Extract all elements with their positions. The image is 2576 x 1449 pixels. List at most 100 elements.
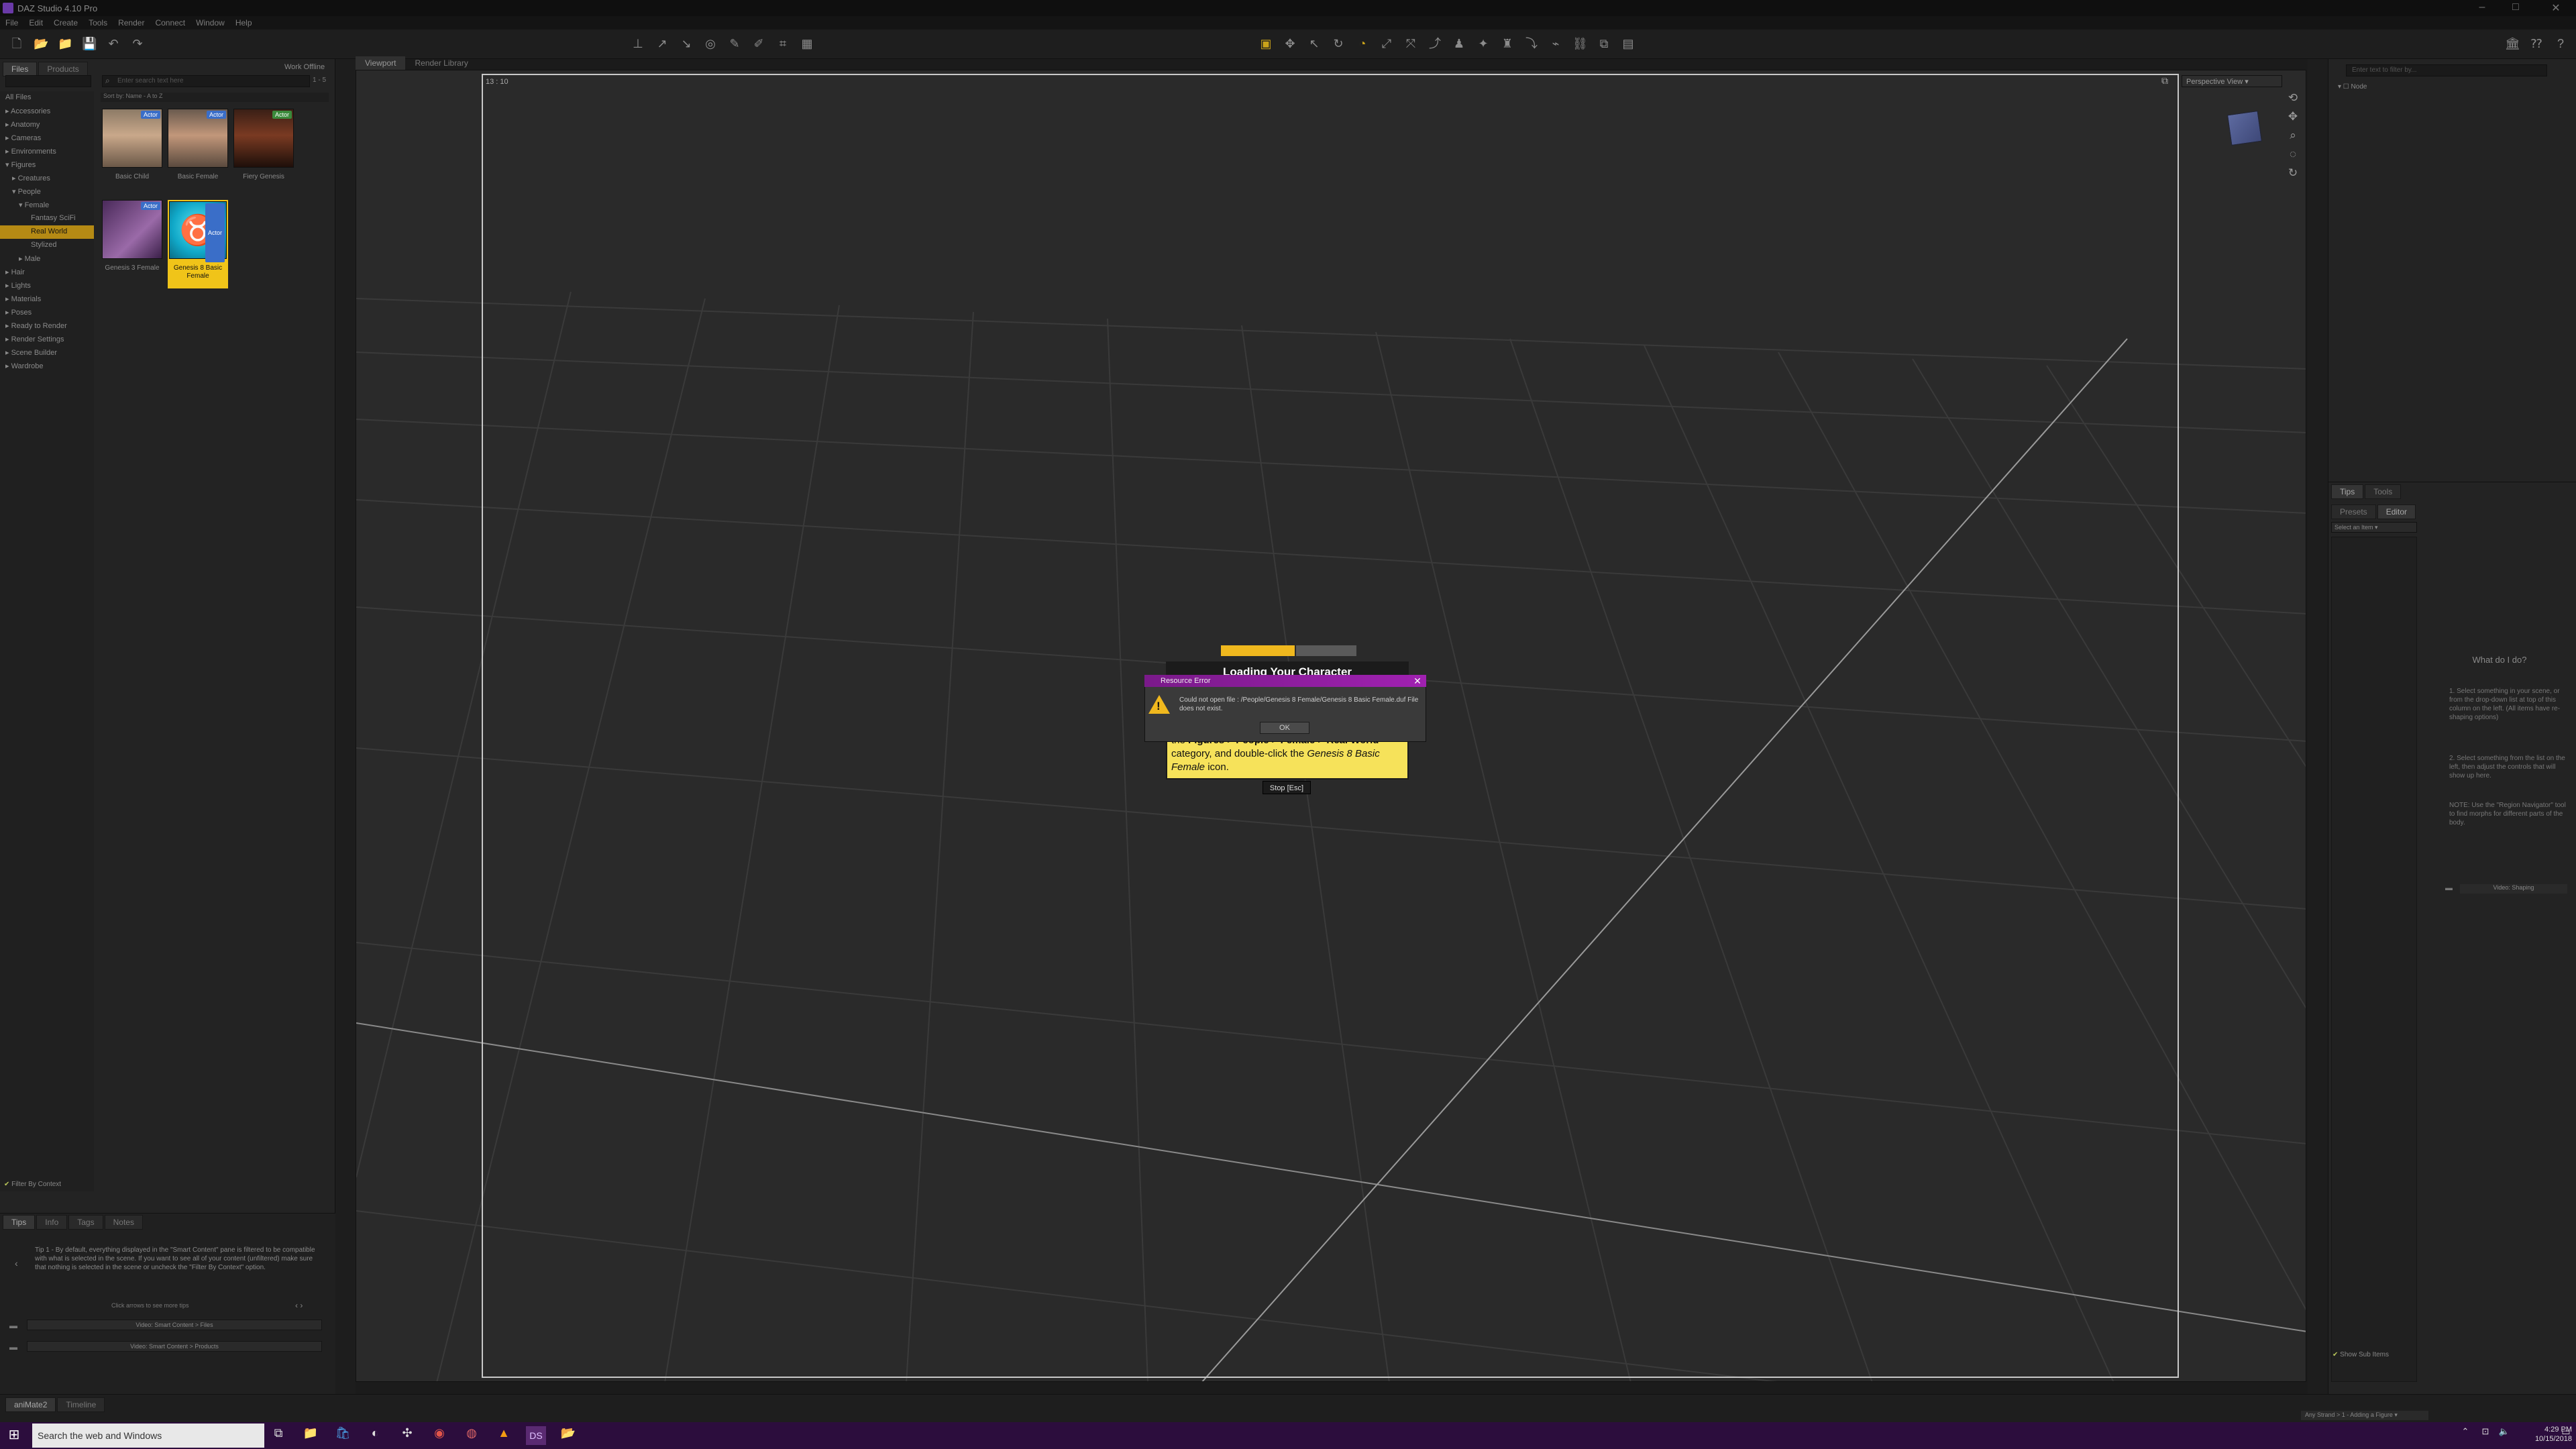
zoom-view-icon[interactable]: ⌕ bbox=[2286, 129, 2300, 142]
category-item[interactable]: ▾ Female bbox=[0, 199, 94, 212]
network-icon[interactable]: ⊡ bbox=[2475, 1426, 2496, 1445]
new-scene-icon[interactable]: 🗋 bbox=[9, 36, 24, 51]
category-item[interactable]: ▸ Ready to Render bbox=[0, 319, 94, 333]
category-item[interactable]: ▸ Creatures bbox=[0, 172, 94, 185]
scene-builder-icon[interactable]: ⧉ bbox=[1597, 36, 1611, 51]
category-filter[interactable] bbox=[5, 75, 91, 87]
rotate-tool-icon[interactable]: ↻ bbox=[1331, 36, 1346, 51]
tab-timeline[interactable]: Timeline bbox=[57, 1397, 105, 1412]
thumbnail-fiery-genesis[interactable]: Actor Fiery Genesis bbox=[233, 109, 294, 184]
chrome-icon[interactable]: ◉ bbox=[429, 1426, 449, 1445]
filter-by-context-checkbox[interactable]: ✔ Filter By Context bbox=[4, 1181, 61, 1188]
video-smart-content-products-link[interactable]: Video: Smart Content > Products bbox=[27, 1341, 322, 1352]
prev-tip-icon[interactable]: ‹ bbox=[15, 1258, 18, 1269]
category-item[interactable]: ▾ People bbox=[0, 185, 94, 199]
stop-button[interactable]: Stop [Esc] bbox=[1263, 781, 1311, 794]
render-icon[interactable]: ▤ bbox=[1621, 36, 1635, 51]
thumbnail-basic-female[interactable]: Actor Basic Female bbox=[168, 109, 228, 184]
whats-this-icon[interactable]: ⁇ bbox=[2529, 36, 2544, 51]
volume-icon[interactable]: 🔈 bbox=[2494, 1426, 2514, 1445]
app-icon-circle[interactable]: ◐ bbox=[365, 1426, 385, 1445]
surface-editor-icon[interactable]: ✐ bbox=[751, 36, 766, 51]
menu-window[interactable]: Window bbox=[191, 16, 230, 30]
file-explorer-icon[interactable]: 📁 bbox=[301, 1426, 321, 1445]
reset-view-icon[interactable]: ↻ bbox=[2286, 166, 2300, 180]
category-item[interactable]: ▸ Male bbox=[0, 252, 94, 266]
tree-node[interactable]: ▾ ☐ Node bbox=[2338, 83, 2367, 91]
category-item[interactable]: ▸ Wardrobe bbox=[0, 360, 94, 373]
category-item-selected[interactable]: Real World bbox=[0, 225, 94, 239]
view-select-dropdown[interactable]: Perspective View ▾ bbox=[2182, 75, 2282, 87]
category-item[interactable]: ▸ Materials bbox=[0, 292, 94, 306]
category-item[interactable]: ▸ Poses bbox=[0, 306, 94, 319]
tab-products[interactable]: Products bbox=[38, 62, 88, 76]
save-icon[interactable]: 💾 bbox=[82, 36, 97, 51]
app-icon-puzzle[interactable]: ✣ bbox=[397, 1426, 417, 1445]
camera-tool-icon[interactable]: ⤵ bbox=[1524, 36, 1539, 51]
translate-tool-icon[interactable]: ⤧ bbox=[1403, 36, 1418, 51]
thumbnail-genesis-3-female[interactable]: Actor Genesis 3 Female bbox=[102, 200, 162, 275]
select-tool-icon[interactable]: ↖ bbox=[1307, 36, 1322, 51]
folder-icon[interactable]: 📂 bbox=[558, 1426, 578, 1445]
tab-render-library[interactable]: Render Library bbox=[405, 56, 477, 70]
close-icon[interactable]: ✕ bbox=[1411, 676, 1424, 686]
tray-chevron-icon[interactable]: ⌃ bbox=[2455, 1426, 2475, 1445]
app-icon-red[interactable]: ◍ bbox=[462, 1426, 482, 1445]
close-window-icon[interactable]: ✕ bbox=[2542, 1, 2569, 15]
align-tool-icon[interactable]: ⊥ bbox=[631, 36, 645, 51]
view-cube[interactable] bbox=[2227, 111, 2262, 146]
task-view-icon[interactable]: ⧉ bbox=[268, 1426, 288, 1445]
tab-tips-right[interactable]: Tips bbox=[2331, 484, 2364, 499]
undo-history-icon[interactable]: ↶ bbox=[106, 36, 121, 51]
windows-start-icon[interactable]: ⊞ bbox=[4, 1426, 24, 1445]
next-tip-icon[interactable]: ‹ › bbox=[295, 1301, 303, 1310]
menu-render[interactable]: Render bbox=[113, 16, 150, 30]
scale-tool-icon[interactable]: ⤢ bbox=[1379, 36, 1394, 51]
category-item[interactable]: ▸ Accessories bbox=[0, 105, 94, 118]
taskbar-search[interactable]: Search the web and Windows bbox=[32, 1424, 264, 1448]
store-icon[interactable]: 🏛 bbox=[2505, 36, 2520, 51]
category-item[interactable]: ▾ Figures bbox=[0, 158, 94, 172]
grid-icon[interactable]: ▦ bbox=[800, 36, 814, 51]
open-icon[interactable]: 📂 bbox=[34, 36, 48, 51]
tab-presets[interactable]: Presets bbox=[2331, 504, 2376, 519]
category-item[interactable]: Fantasy SciFi bbox=[0, 212, 94, 225]
redo-history-icon[interactable]: ↷ bbox=[130, 36, 145, 51]
geometry-editor-icon[interactable]: ✎ bbox=[727, 36, 742, 51]
vlc-icon[interactable]: ▲ bbox=[494, 1426, 514, 1445]
maximize-icon[interactable]: □ bbox=[2502, 1, 2529, 13]
category-item[interactable]: ▸ Scene Builder bbox=[0, 346, 94, 360]
tab-tools[interactable]: Tools bbox=[2365, 484, 2402, 499]
render-settings-icon[interactable]: ▣ bbox=[1258, 36, 1273, 51]
daz-studio-taskbar-icon[interactable]: DS bbox=[526, 1426, 546, 1445]
merge-icon[interactable]: 📁 bbox=[58, 36, 72, 51]
tab-info[interactable]: Info bbox=[36, 1215, 68, 1230]
menu-connect[interactable]: Connect bbox=[150, 16, 191, 30]
search-input[interactable]: Enter search text here bbox=[102, 75, 310, 87]
posing-tool-icon[interactable]: ✦ bbox=[1476, 36, 1491, 51]
pose-tool-icon[interactable]: ♟ bbox=[1452, 36, 1466, 51]
category-item[interactable]: ▸ Render Settings bbox=[0, 333, 94, 346]
video-smart-content-files-link[interactable]: Video: Smart Content > Files bbox=[27, 1320, 322, 1330]
tab-notes[interactable]: Notes bbox=[104, 1215, 143, 1230]
store-app-icon[interactable]: 🛍 bbox=[333, 1426, 353, 1445]
category-item[interactable]: ▸ Cameras bbox=[0, 131, 94, 145]
universal-tool-icon[interactable]: ✥ bbox=[1283, 36, 1297, 51]
menu-tools[interactable]: Tools bbox=[83, 16, 113, 30]
select-item-dropdown[interactable]: Select an Item ▾ bbox=[2331, 522, 2417, 533]
show-sub-items-checkbox[interactable]: ✔ Show Sub Items bbox=[2332, 1351, 2389, 1358]
category-item[interactable]: ▸ Lights bbox=[0, 279, 94, 292]
sort-select[interactable]: Sort by: Name - A to Z bbox=[101, 93, 329, 102]
twist-tool-icon[interactable]: ⤴ bbox=[1428, 36, 1442, 51]
tab-tags[interactable]: Tags bbox=[68, 1215, 103, 1230]
figure-tool-icon[interactable]: ♜ bbox=[1500, 36, 1515, 51]
help-icon[interactable]: ? bbox=[2553, 36, 2568, 51]
rotate-view-icon[interactable]: ⟲ bbox=[2286, 91, 2300, 105]
scene-filter-input[interactable]: Enter text to filter by... bbox=[2346, 64, 2547, 76]
tab-files[interactable]: Files bbox=[3, 62, 38, 76]
menu-create[interactable]: Create bbox=[48, 16, 83, 30]
transform-icon[interactable]: ◎ bbox=[703, 36, 718, 51]
tab-tips[interactable]: Tips bbox=[3, 1215, 36, 1230]
node-weight-icon[interactable]: ↗ bbox=[655, 36, 669, 51]
frame-view-icon[interactable]: ◌ bbox=[2286, 148, 2300, 161]
